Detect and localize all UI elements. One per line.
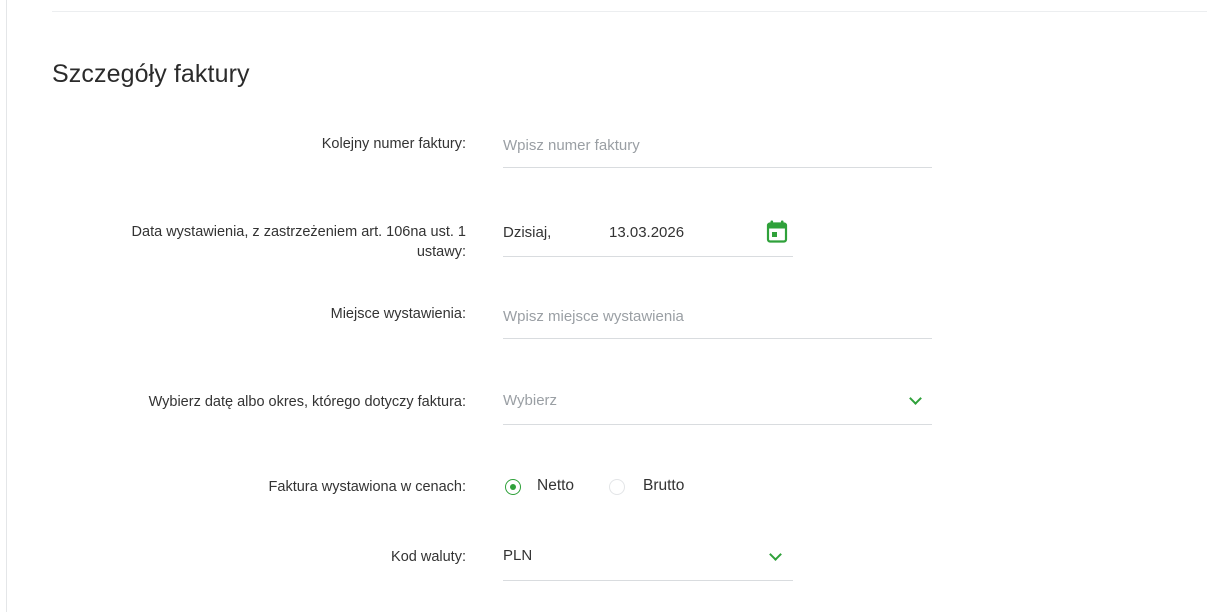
issue-place-field — [503, 294, 932, 339]
price-type-label: Faktura wystawiona w cenach: — [268, 479, 466, 495]
issue-place-input[interactable] — [503, 304, 932, 328]
brutto-radio-label[interactable]: Brutto — [643, 477, 684, 495]
section-title: Szczegóły faktury — [52, 60, 250, 88]
brutto-radio[interactable] — [609, 479, 625, 495]
issue-date-label-line1: Data wystawienia, z zastrzeżeniem art. 1… — [131, 224, 466, 240]
issue-date-prefix: Dzisiaj, — [503, 224, 552, 241]
issue-place-label: Miejsce wystawienia: — [330, 306, 466, 322]
issue-date-label: Data wystawienia, z zastrzeżeniem art. 1… — [26, 222, 466, 262]
invoice-number-field — [503, 123, 932, 168]
left-border — [6, 0, 7, 612]
chevron-down-icon[interactable] — [909, 392, 922, 405]
invoice-number-input[interactable] — [503, 133, 932, 157]
period-select-value: Wybierz — [503, 392, 558, 409]
invoice-number-label: Kolejny numer faktury: — [321, 136, 466, 152]
currency-label: Kod waluty: — [391, 549, 466, 565]
period-label: Wybierz datę albo okres, którego dotyczy… — [148, 394, 466, 410]
invoice-details-page: Szczegóły faktury Kolejny numer faktury:… — [0, 0, 1207, 612]
netto-radio-label[interactable]: Netto — [537, 477, 574, 495]
issue-date-label-line2: ustawy: — [416, 244, 466, 260]
currency-select[interactable]: PLN — [503, 536, 793, 581]
period-select[interactable]: Wybierz — [503, 380, 932, 425]
currency-select-value: PLN — [503, 547, 533, 564]
issue-date-value: 13.03.2026 — [609, 224, 685, 241]
chevron-down-icon[interactable] — [769, 548, 782, 561]
netto-radio[interactable] — [505, 479, 521, 495]
top-divider — [52, 11, 1207, 12]
calendar-icon[interactable] — [766, 220, 788, 249]
issue-date-field[interactable]: Dzisiaj, 13.03.2026 — [503, 212, 793, 257]
